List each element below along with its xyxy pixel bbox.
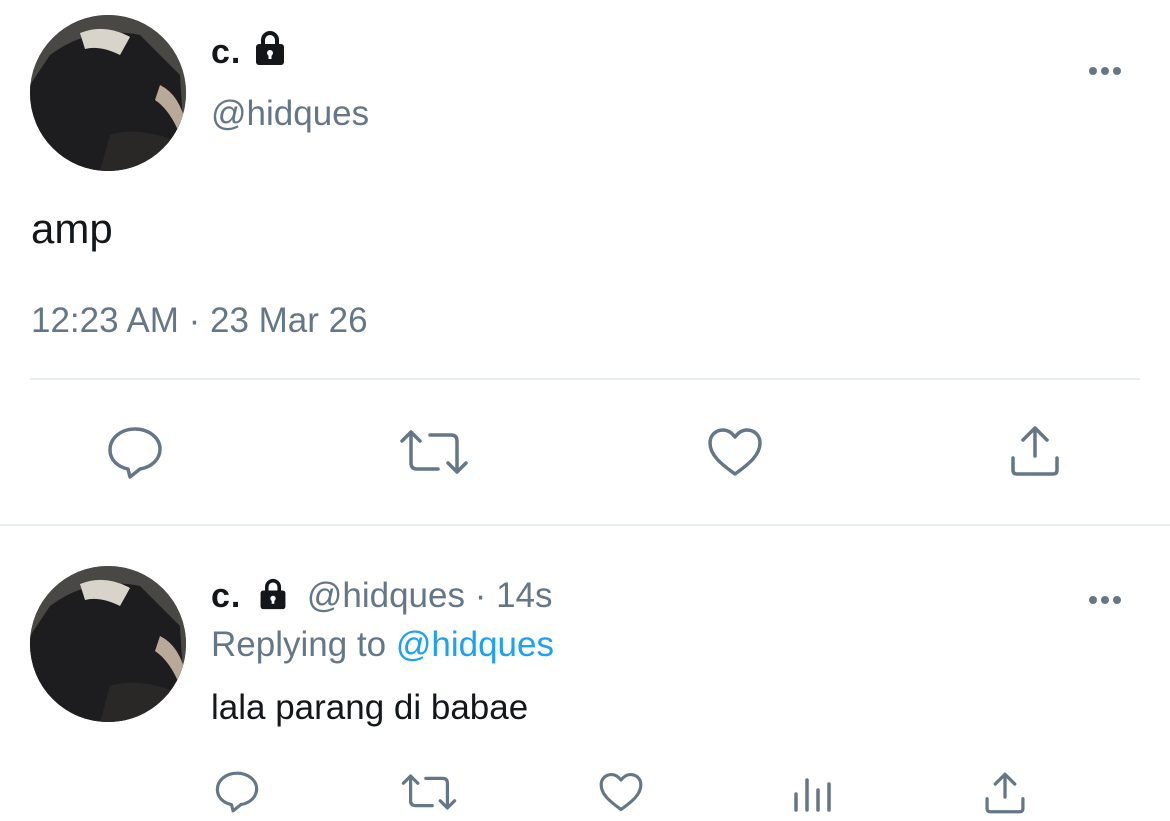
avatar[interactable]: [30, 15, 186, 171]
author-name[interactable]: c.: [211, 33, 241, 72]
author-handle[interactable]: @hidques: [211, 94, 369, 134]
replying-to-label: Replying to: [211, 625, 387, 664]
share-icon[interactable]: [983, 771, 1027, 815]
tweet-text: amp: [31, 205, 113, 252]
reply-author-handle[interactable]: @hidques: [307, 576, 465, 615]
reply-text: lala parang di babae: [211, 688, 529, 727]
retweet-icon[interactable]: [398, 427, 470, 477]
reply-icon[interactable]: [214, 770, 260, 814]
separator-dot: ·: [474, 576, 487, 615]
avatar-image: [30, 15, 186, 171]
replying-to-mention[interactable]: @hidques: [396, 625, 554, 664]
lock-icon: [257, 578, 289, 619]
divider: [0, 524, 1170, 526]
lock-icon: [254, 30, 286, 71]
reply-header: c. @hidques · 14s: [211, 576, 553, 619]
share-icon[interactable]: [1008, 424, 1062, 478]
author-name-text: c.: [211, 33, 242, 71]
avatar-image: [30, 566, 186, 722]
reply-author-name[interactable]: c.: [211, 577, 241, 615]
reply-avatar[interactable]: [30, 566, 186, 722]
reply-age[interactable]: 14s: [496, 576, 552, 615]
more-options-icon[interactable]: [1089, 591, 1125, 609]
tweet-timestamp[interactable]: 12:23 AM · 23 Mar 26: [31, 301, 368, 341]
analytics-icon[interactable]: [792, 772, 834, 814]
more-options-icon[interactable]: [1089, 62, 1125, 80]
like-icon[interactable]: [598, 771, 644, 813]
retweet-icon[interactable]: [400, 772, 458, 812]
reply-icon[interactable]: [106, 425, 164, 481]
replying-to: Replying to @hidques: [211, 625, 554, 665]
divider: [30, 378, 1140, 380]
like-icon[interactable]: [706, 426, 764, 478]
